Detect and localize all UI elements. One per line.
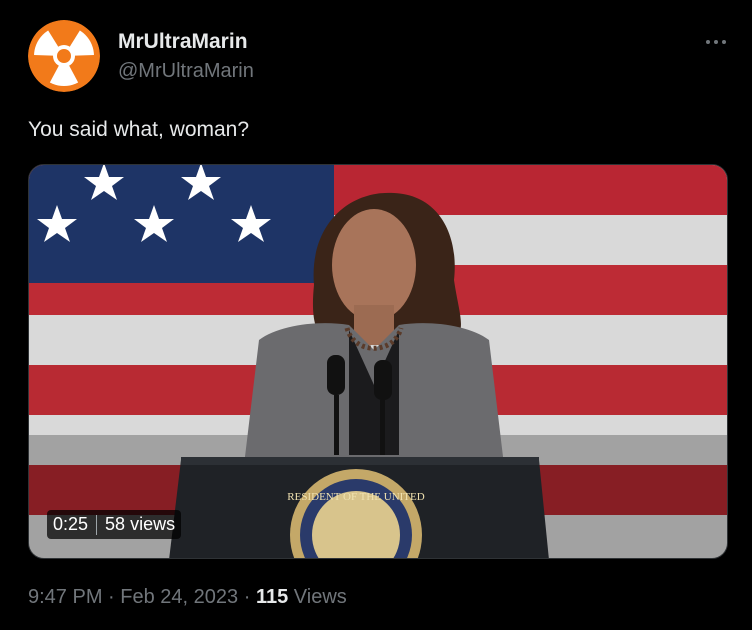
author-handle[interactable]: @MrUltraMarin bbox=[118, 60, 254, 83]
divider bbox=[96, 514, 98, 535]
more-options-button[interactable] bbox=[696, 22, 736, 62]
author-display-name[interactable]: MrUltraMarin bbox=[118, 30, 248, 54]
more-horizontal-icon bbox=[706, 40, 710, 44]
podium-seal-text: RESIDENT OF THE UNITED bbox=[287, 491, 424, 503]
video-duration: 0:25 bbox=[53, 514, 89, 534]
tweet-timestamp[interactable]: 9:47 PM · Feb 24, 2023 bbox=[28, 586, 238, 608]
more-horizontal-icon bbox=[714, 40, 718, 44]
meta-separator: · bbox=[108, 586, 115, 608]
video-view-count: 58 views bbox=[105, 514, 176, 534]
more-horizontal-icon bbox=[722, 40, 726, 44]
meta-separator: · bbox=[243, 586, 251, 608]
tweet-card: MrUltraMarin @MrUltraMarin You said what… bbox=[0, 0, 752, 630]
views-label: Views bbox=[293, 586, 347, 608]
video-thumbnail: RESIDENT OF THE UNITED bbox=[29, 165, 727, 558]
video-player[interactable]: RESIDENT OF THE UNITED 0:25 58 views bbox=[28, 164, 728, 559]
video-stats-badge: 0:25 58 views bbox=[47, 510, 182, 539]
radiation-avatar-icon bbox=[28, 20, 100, 92]
tweet-date: Feb 24, 2023 bbox=[120, 586, 239, 608]
author-avatar[interactable] bbox=[28, 20, 100, 92]
views-count: 115 bbox=[255, 586, 289, 608]
tweet-meta: 9:47 PM · Feb 24, 2023 · 115 Views bbox=[28, 586, 347, 609]
tweet-text: You said what, woman? bbox=[28, 118, 250, 141]
tweet-time: 9:47 PM bbox=[28, 586, 103, 608]
